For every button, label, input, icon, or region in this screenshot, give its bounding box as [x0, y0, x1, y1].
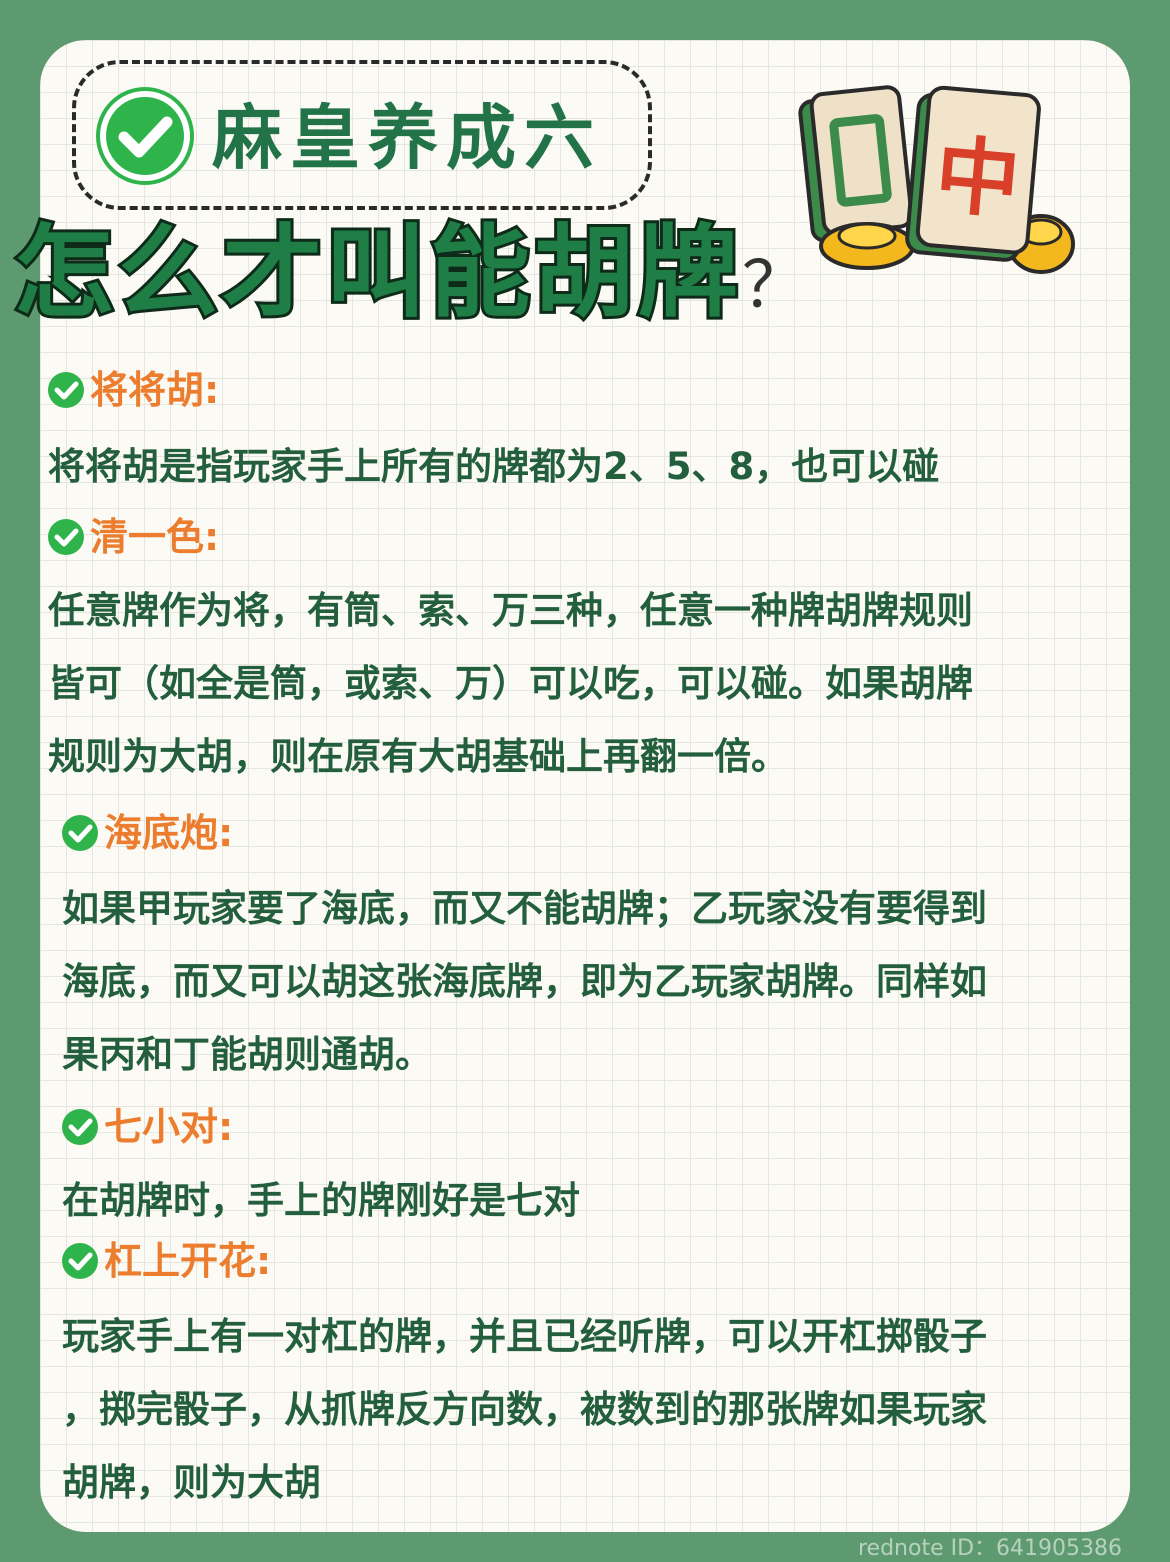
section-line: 胡牌，则为大胡: [62, 1461, 321, 1504]
section-heading-text: 清一色:: [90, 515, 220, 559]
check-circle-icon: [62, 1242, 98, 1279]
section-line: 海底，而又可以胡这张海底牌，即为乙玩家胡牌。同样如: [62, 960, 987, 1003]
section-heading-text: 七小对:: [104, 1105, 234, 1149]
section-line: 将将胡是指玩家手上所有的牌都为2、5、8，也可以碰: [48, 445, 940, 488]
section-line: ，掷完骰子，从抓牌反方向数，被数到的那张牌如果玩家: [62, 1388, 987, 1431]
section-heading-text: 杠上开花:: [104, 1239, 272, 1283]
check-circle-icon: [48, 371, 84, 408]
section-line: 玩家手上有一对杠的牌，并且已经听牌，可以开杠掷骰子: [62, 1315, 987, 1358]
section-line: 规则为大胡，则在原有大胡基础上再翻一倍。: [48, 735, 788, 778]
section-line: 如果甲玩家要了海底，而又不能胡牌；乙玩家没有要得到: [62, 887, 987, 930]
section-heading-jiangjianghu: 将将胡:: [48, 365, 219, 415]
section-body-gangshangkaihua: 玩家手上有一对杠的牌，并且已经听牌，可以开杠掷骰子 ，掷完骰子，从抓牌反方向数，…: [62, 1300, 987, 1519]
section-line: 任意牌作为将，有筒、索、万三种，任意一种牌胡牌规则: [48, 589, 973, 632]
check-circle-icon: [96, 87, 194, 185]
section-heading-haidipao: 海底炮:: [62, 808, 233, 858]
check-circle-icon: [48, 518, 84, 555]
series-title: 麻皇养成六: [212, 97, 602, 179]
watermark: rednote ID：641905386: [858, 1536, 1123, 1561]
check-circle-icon: [62, 814, 98, 851]
section-line: 皆可（如全是筒，或索、万）可以吃，可以碰。如果胡牌: [48, 662, 973, 705]
section-heading-text: 海底炮:: [104, 811, 234, 855]
section-body-haidipao: 如果甲玩家要了海底，而又不能胡牌；乙玩家没有要得到 海底，而又可以胡这张海底牌，…: [62, 872, 987, 1091]
section-heading-text: 将将胡:: [90, 368, 220, 412]
check-circle-icon: [62, 1108, 98, 1145]
section-body-qingyise: 任意牌作为将，有筒、索、万三种，任意一种牌胡牌规则 皆可（如全是筒，或索、万）可…: [48, 574, 973, 793]
mahjong-tiles-illustration: 中: [798, 85, 1075, 274]
page-title: 怎么才叫能胡牌？: [11, 215, 806, 331]
section-heading-qixiaodui: 七小对:: [62, 1102, 233, 1152]
section-line: 在胡牌时，手上的牌刚好是七对: [62, 1179, 580, 1222]
section-line: 果丙和丁能胡则通胡。: [62, 1033, 432, 1076]
page-title-text: 怎么才叫能胡牌: [11, 214, 742, 331]
section-heading-gangshangkaihua: 杠上开花:: [62, 1236, 271, 1286]
section-body-qixiaodui: 在胡牌时，手上的牌刚好是七对: [62, 1164, 580, 1237]
tile-character: 中: [932, 126, 1024, 231]
section-body-jiangjianghu: 将将胡是指玩家手上所有的牌都为2、5、8，也可以碰: [48, 430, 939, 503]
section-heading-qingyise: 清一色:: [48, 512, 219, 562]
